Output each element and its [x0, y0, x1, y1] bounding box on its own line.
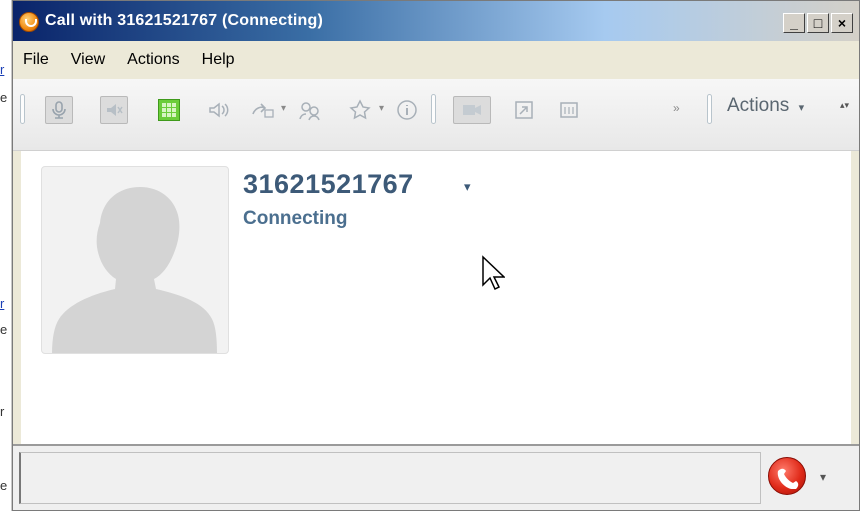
actions-dropdown-button[interactable]: Actions ▾ — [727, 95, 804, 117]
close-button[interactable]: × — [831, 13, 853, 33]
toolbar-separator — [431, 94, 436, 124]
overflow-chevron-icon[interactable]: » — [673, 101, 680, 115]
call-status: Connecting — [243, 208, 348, 229]
speaker-mute-icon[interactable] — [100, 96, 128, 124]
transfer-dropdown-icon[interactable]: ▾ — [281, 103, 286, 114]
keypad-icon[interactable] — [155, 96, 183, 124]
contact-dropdown-icon[interactable]: ▾ — [464, 179, 471, 195]
background-link[interactable]: r — [0, 296, 4, 311]
maximize-button[interactable]: □ — [807, 13, 829, 33]
background-text: e — [0, 478, 8, 493]
toolbar-separator — [707, 94, 712, 124]
chat-input[interactable] — [19, 452, 761, 504]
transfer-icon[interactable] — [249, 96, 277, 124]
menu-file[interactable]: File — [23, 51, 49, 69]
whiteboard-icon[interactable] — [555, 96, 583, 124]
app-logo-icon — [19, 12, 39, 32]
toolbar-scroll-icon[interactable]: ▴▾ — [840, 101, 850, 110]
title-bar[interactable]: Call with 31621521767 (Connecting) _ □ × — [13, 1, 859, 41]
microphone-icon[interactable] — [45, 96, 73, 124]
background-text: r — [0, 404, 5, 419]
phone-hangup-icon — [777, 468, 799, 489]
share-screen-icon[interactable] — [510, 96, 538, 124]
menu-help[interactable]: Help — [202, 51, 235, 69]
toolbar-separator — [20, 94, 25, 124]
contact-number[interactable]: 31621521767 — [243, 169, 414, 200]
actions-label: Actions — [727, 95, 790, 116]
minimize-button[interactable]: _ — [783, 13, 805, 33]
menu-view[interactable]: View — [71, 51, 105, 69]
hangup-dropdown-icon[interactable]: ▾ — [820, 470, 826, 484]
background-link[interactable]: r — [0, 62, 4, 77]
background-text: e — [0, 90, 8, 105]
window-controls: _ □ × — [783, 13, 853, 33]
volume-icon[interactable] — [205, 96, 233, 124]
contact-avatar — [41, 166, 229, 354]
default-avatar-silhouette-icon — [52, 187, 217, 353]
menu-actions[interactable]: Actions — [127, 51, 179, 69]
bottom-bar: ▾ — [13, 444, 859, 510]
window-title: Call with 31621521767 (Connecting) — [45, 12, 324, 29]
call-window: Call with 31621521767 (Connecting) _ □ ×… — [12, 0, 860, 511]
mouse-pointer-icon — [482, 255, 505, 291]
favorite-icon[interactable] — [346, 96, 374, 124]
background-text: e — [0, 322, 8, 337]
call-content-area: 31621521767 ▾ Connecting — [21, 151, 851, 444]
info-icon[interactable] — [393, 96, 421, 124]
background-app-sliver: r e r e r e — [0, 0, 12, 511]
actions-dropdown-icon: ▾ — [798, 102, 805, 114]
conference-icon[interactable] — [296, 96, 324, 124]
favorite-dropdown-icon[interactable]: ▾ — [379, 103, 384, 114]
hangup-button[interactable] — [768, 457, 806, 495]
video-icon[interactable] — [453, 96, 491, 124]
menu-bar: File View Actions Help — [13, 41, 859, 79]
call-toolbar: ▾ ▾ » Actions ▾ ▴▾ — [13, 79, 859, 151]
